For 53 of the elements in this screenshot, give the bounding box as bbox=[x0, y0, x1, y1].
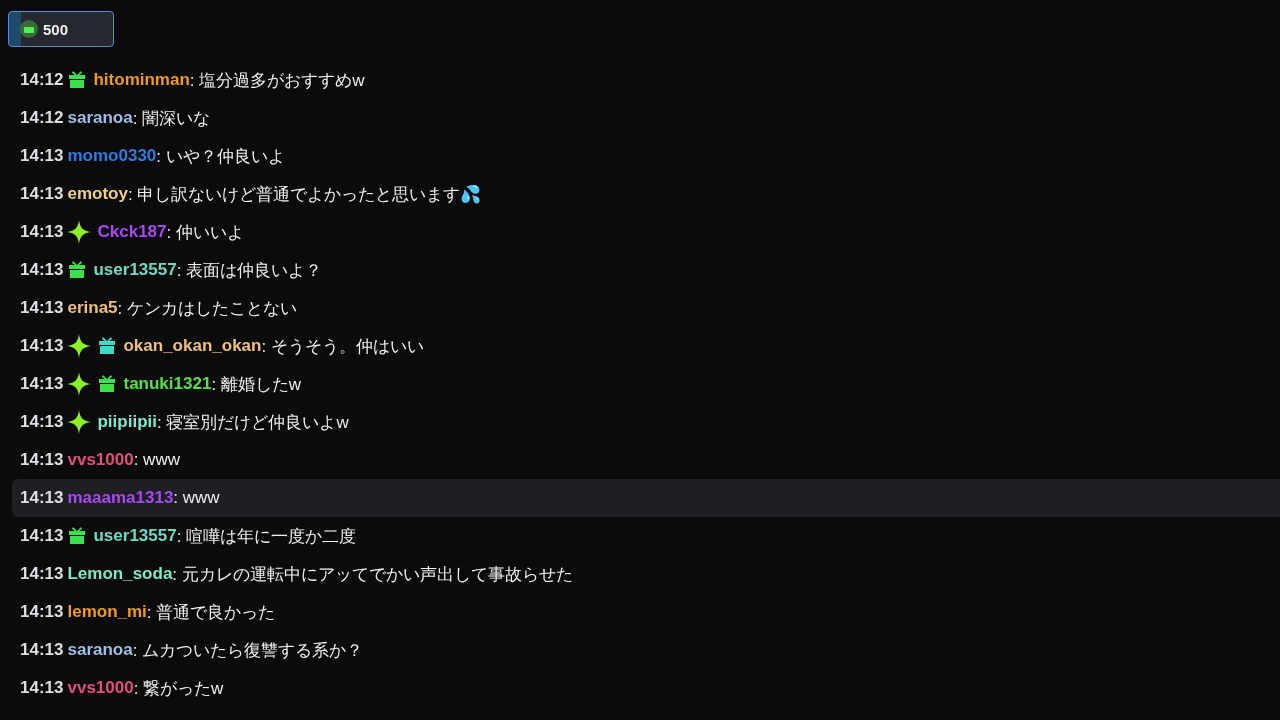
username[interactable]: Lemon_soda bbox=[67, 564, 173, 584]
username[interactable]: user13557 bbox=[93, 260, 177, 280]
username[interactable]: maaama1313 bbox=[67, 488, 174, 508]
message-text: : 元カレの運転中にアッてでかい声出して事故らせた bbox=[172, 563, 573, 586]
timestamp: 14:13 bbox=[20, 602, 64, 622]
message-text: : www bbox=[133, 450, 180, 470]
username[interactable]: vvs1000 bbox=[67, 450, 134, 470]
username[interactable]: emotoy bbox=[67, 184, 128, 204]
message-text: : 離婚したw bbox=[211, 373, 302, 396]
timestamp: 14:13 bbox=[20, 222, 64, 242]
timestamp: 14:13 bbox=[20, 450, 64, 470]
timestamp: 14:13 bbox=[20, 488, 64, 508]
username[interactable]: lemon_mi bbox=[67, 602, 147, 622]
channel-points-button[interactable]: 500 bbox=[8, 11, 114, 47]
username[interactable]: okan_okan_okan bbox=[123, 336, 262, 356]
message-text: : 塩分過多がおすすめw bbox=[189, 69, 365, 92]
username[interactable]: vvs1000 bbox=[67, 678, 134, 698]
message-text: : 闇深いな bbox=[132, 107, 211, 130]
timestamp: 14:12 bbox=[20, 70, 64, 90]
timestamp: 14:13 bbox=[20, 298, 64, 318]
timestamp: 14:13 bbox=[20, 374, 64, 394]
message-text: : ケンカはしたことない bbox=[117, 297, 298, 320]
message-text: : 喧嘩は年に一度か二度 bbox=[176, 525, 357, 548]
message-text: : そうそう。仲はいい bbox=[261, 335, 424, 358]
timestamp: 14:13 bbox=[20, 564, 64, 584]
message-text: : 普通で良かった bbox=[146, 601, 276, 624]
username[interactable]: hitominman bbox=[93, 70, 190, 90]
username[interactable]: user13557 bbox=[93, 526, 177, 546]
timestamp: 14:13 bbox=[20, 260, 64, 280]
timestamp: 14:13 bbox=[20, 640, 64, 660]
timestamp: 14:13 bbox=[20, 146, 64, 166]
username[interactable]: saranoa bbox=[67, 640, 133, 660]
message-text: : ムカついたら復讐する系か？ bbox=[132, 639, 364, 662]
timestamp: 14:13 bbox=[20, 678, 64, 698]
message-text: : いや？仲良いよ bbox=[156, 145, 285, 168]
message-text: : 寝室別だけど仲良いよw bbox=[157, 411, 349, 434]
timestamp: 14:13 bbox=[20, 184, 64, 204]
timestamp: 14:12 bbox=[20, 108, 64, 128]
message-text: : 繋がったw bbox=[133, 677, 224, 700]
timestamp: 14:13 bbox=[20, 412, 64, 432]
username[interactable]: piipiipii bbox=[97, 412, 157, 432]
timestamp: 14:13 bbox=[20, 526, 64, 546]
points-icon bbox=[19, 19, 39, 39]
username[interactable]: momo0330 bbox=[67, 146, 157, 166]
message-text: : 表面は仲良いよ？ bbox=[176, 259, 323, 282]
message-text: : www bbox=[173, 488, 220, 508]
username[interactable]: tanuki1321 bbox=[123, 374, 212, 394]
timestamp: 14:13 bbox=[20, 336, 64, 356]
username[interactable]: saranoa bbox=[67, 108, 133, 128]
message-text: : 仲いいよ bbox=[166, 221, 244, 244]
message-text: : 申し訳ないけど普通でよかったと思います💦 bbox=[127, 183, 482, 206]
username[interactable]: erina5 bbox=[67, 298, 118, 318]
username[interactable]: Ckck187 bbox=[97, 222, 167, 242]
